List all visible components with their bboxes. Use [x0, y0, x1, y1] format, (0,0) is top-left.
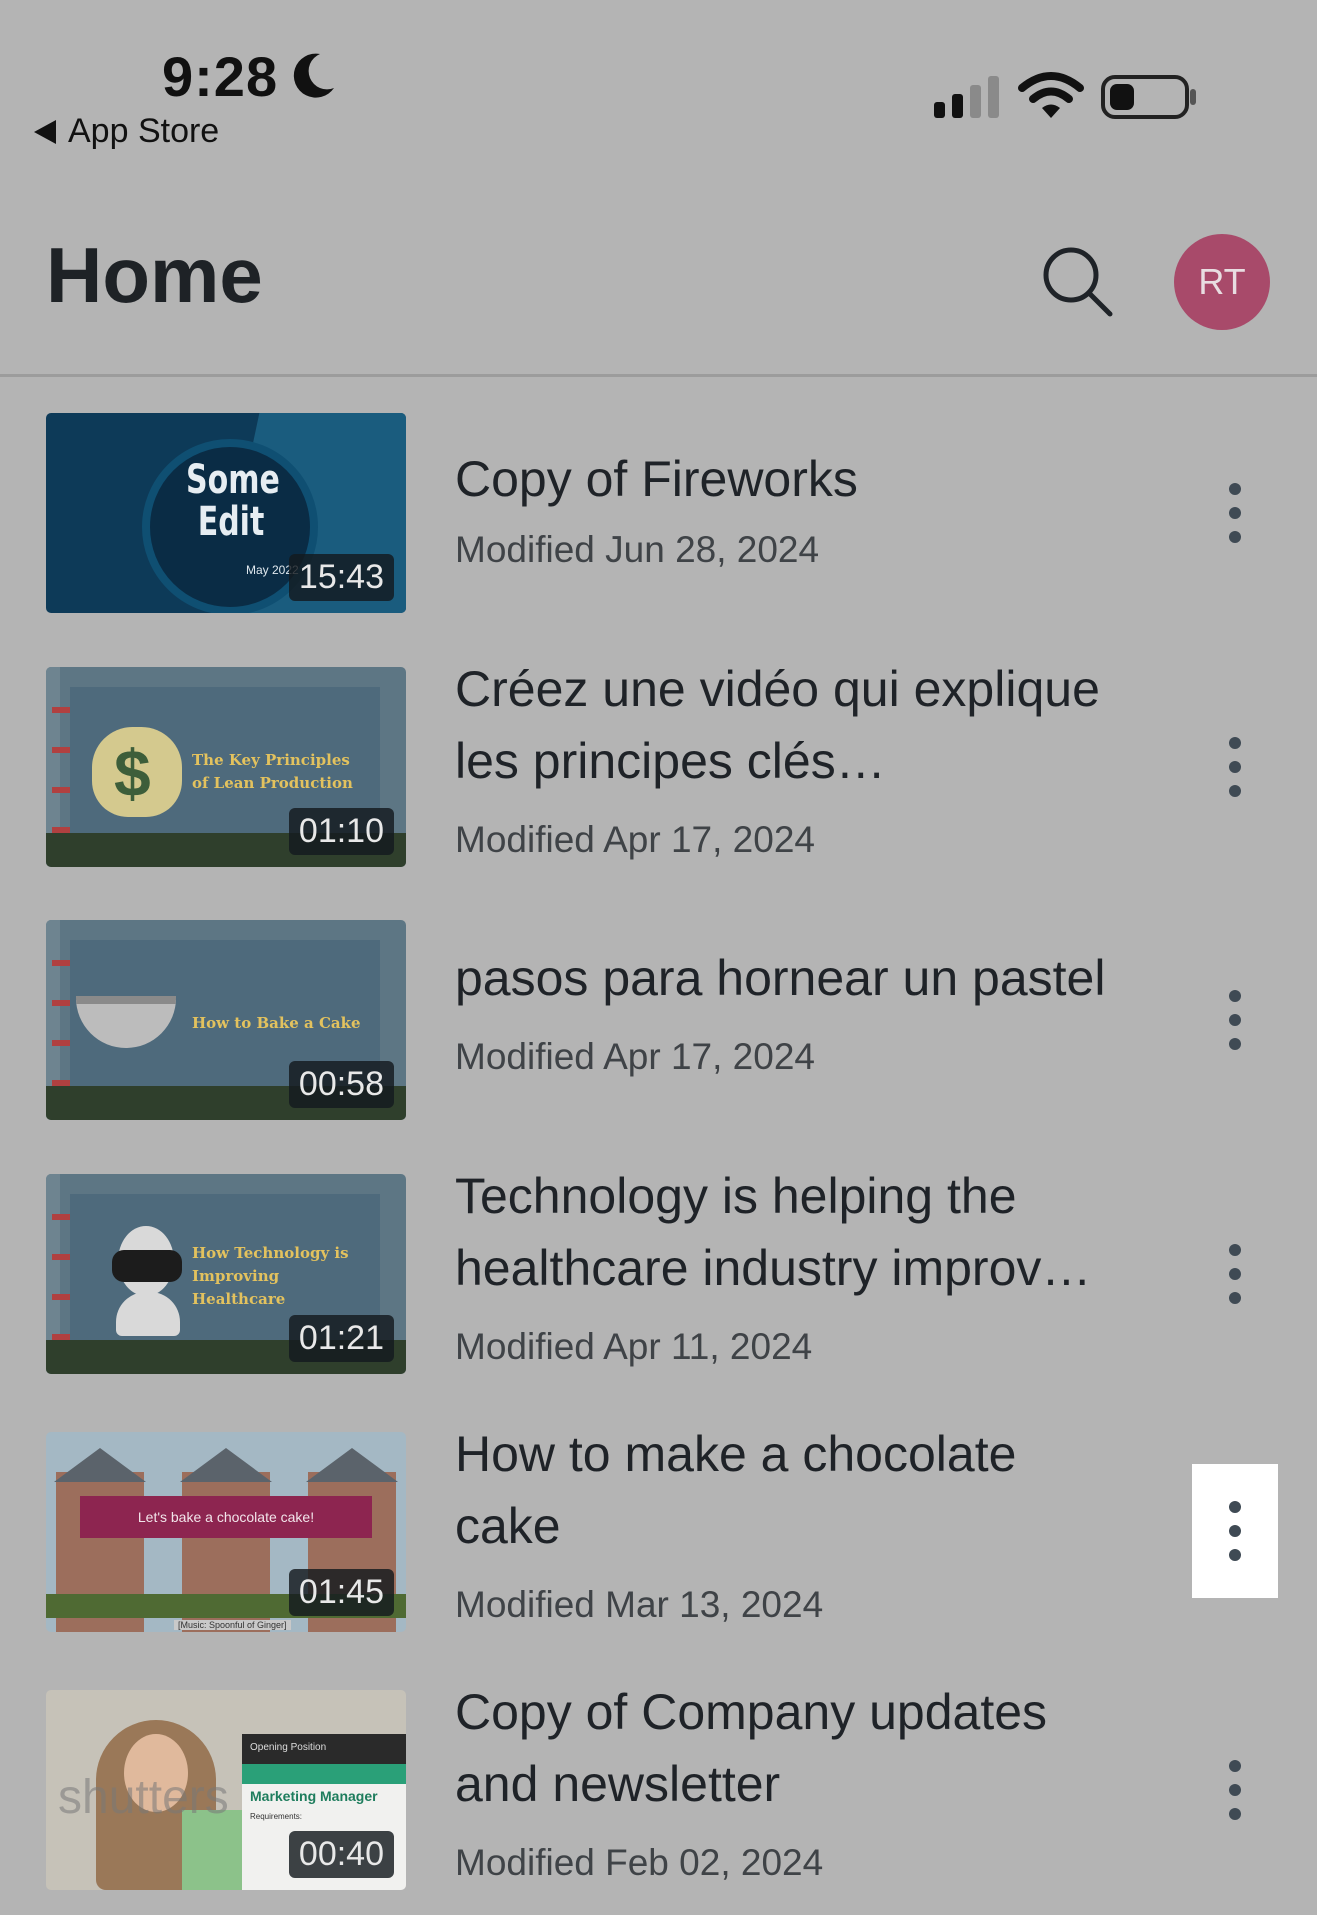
page-title: Home: [46, 231, 263, 319]
battery-icon: [1101, 75, 1196, 119]
thumb-shape: [52, 1214, 72, 1220]
more-options-button[interactable]: [1192, 1207, 1278, 1341]
modified-date: Modified Mar 13, 2024: [455, 1584, 824, 1625]
header-divider: [0, 374, 1317, 377]
thumb-text: Opening Position: [242, 1734, 406, 1764]
dollar-icon: $: [114, 736, 151, 810]
more-dot-icon: [1229, 761, 1241, 773]
modified-date: Modified Apr 17, 2024: [455, 819, 815, 860]
thumb-text: How to Bake a Cake: [192, 1014, 361, 1032]
video-thumbnail[interactable]: Opening Position Marketing Manager Requi…: [46, 1690, 406, 1890]
thumb-shape: [306, 1448, 398, 1482]
more-dot-icon: [1229, 531, 1241, 543]
thumb-shape: [242, 1764, 406, 1784]
thumb-shape: [180, 1448, 272, 1482]
cellular-signal-icon: [934, 76, 999, 118]
video-title[interactable]: Créez une vidéo qui explique les princip…: [455, 653, 1115, 797]
modified-date: Modified Apr 11, 2024: [455, 1326, 813, 1367]
thumb-text: Healthcare: [192, 1290, 286, 1308]
video-title[interactable]: Copy of Company updates and newsletter: [455, 1676, 1115, 1820]
thumb-text: Requirements:: [250, 1812, 303, 1821]
thumb-shape: [52, 960, 72, 966]
duration-badge: 01:21: [288, 1315, 394, 1362]
more-options-button[interactable]: [1192, 700, 1278, 834]
more-dot-icon: [1229, 507, 1241, 519]
back-arrow-icon: [34, 119, 56, 144]
thumb-caption: [Music: Spoonful of Ginger]: [174, 1620, 291, 1630]
more-dot-icon: [1229, 1244, 1241, 1256]
more-dot-icon: [1229, 483, 1241, 495]
video-title[interactable]: pasos para hornear un pastel: [455, 942, 1115, 1014]
more-dot-icon: [1229, 1292, 1241, 1304]
moon-icon: [293, 53, 334, 98]
duration-badge: 15:43: [288, 554, 394, 601]
thumb-shape: [52, 1294, 72, 1300]
thumb-text: of Lean Production: [192, 774, 353, 792]
duration-badge: 01:45: [288, 1569, 394, 1616]
more-dot-icon: [1229, 1501, 1241, 1513]
video-thumbnail[interactable]: Let's bake a chocolate cake! [Music: Spo…: [46, 1432, 406, 1632]
duration-badge: 00:58: [288, 1061, 394, 1108]
thumb-shape: [54, 1448, 146, 1482]
modified-date: Modified Feb 02, 2024: [455, 1842, 824, 1883]
thumb-text: Some Edit: [186, 457, 280, 545]
video-title[interactable]: Copy of Fireworks: [455, 443, 1115, 515]
more-dot-icon: [1229, 990, 1241, 1002]
thumb-text: The Key Principles: [192, 751, 350, 769]
more-dot-icon: [1229, 785, 1241, 797]
vr-headset-icon: [112, 1250, 182, 1282]
more-dot-icon: [1229, 1525, 1241, 1537]
avatar-initials: RT: [1198, 261, 1246, 302]
more-dot-icon: [1229, 1760, 1241, 1772]
status-time: 9:28: [162, 45, 279, 108]
thumb-text: Let's bake a chocolate cake!: [80, 1496, 372, 1538]
thumb-text: Improving: [192, 1267, 280, 1285]
thumb-text: Marketing Manager: [250, 1788, 378, 1804]
duration-badge: 01:10: [288, 808, 394, 855]
more-dot-icon: [1229, 1808, 1241, 1820]
avatar[interactable]: RT: [1174, 234, 1270, 330]
video-thumbnail[interactable]: Some Edit May 2022 15:43: [46, 413, 406, 613]
modified-date: Modified Apr 17, 2024: [455, 1036, 815, 1077]
video-title[interactable]: Technology is helping the healthcare ind…: [455, 1160, 1115, 1304]
thumb-shape: [52, 707, 72, 713]
duration-badge: 00:40: [288, 1831, 394, 1878]
back-to-app-store-link[interactable]: App Store: [34, 112, 219, 151]
more-options-button[interactable]: [1192, 446, 1278, 580]
thumb-text: How Technology is: [192, 1244, 349, 1262]
video-thumbnail[interactable]: How to Bake a Cake 00:58: [46, 920, 406, 1120]
back-label: App Store: [68, 112, 220, 150]
thumb-shape: [52, 747, 72, 753]
more-options-button[interactable]: [1192, 1464, 1278, 1598]
modified-date: Modified Jun 28, 2024: [455, 529, 820, 570]
more-options-button[interactable]: [1192, 953, 1278, 1087]
thumb-shape: [52, 1000, 72, 1006]
more-dot-icon: [1229, 1014, 1241, 1026]
more-dot-icon: [1229, 1549, 1241, 1561]
more-dot-icon: [1229, 737, 1241, 749]
more-dot-icon: [1229, 1038, 1241, 1050]
thumb-shape: [52, 1254, 72, 1260]
more-options-button[interactable]: [1192, 1723, 1278, 1857]
more-dot-icon: [1229, 1268, 1241, 1280]
video-title[interactable]: How to make a chocolate cake: [455, 1418, 1115, 1562]
thumb-shape: [52, 787, 72, 793]
wifi-icon: [1018, 72, 1084, 118]
thumb-watermark: shutters: [58, 1771, 229, 1824]
more-dot-icon: [1229, 1784, 1241, 1796]
video-thumbnail[interactable]: $ The Key Principles of Lean Production …: [46, 667, 406, 867]
search-icon[interactable]: [1040, 244, 1114, 318]
video-thumbnail[interactable]: How Technology is Improving Healthcare 0…: [46, 1174, 406, 1374]
thumb-shape: [52, 1040, 72, 1046]
